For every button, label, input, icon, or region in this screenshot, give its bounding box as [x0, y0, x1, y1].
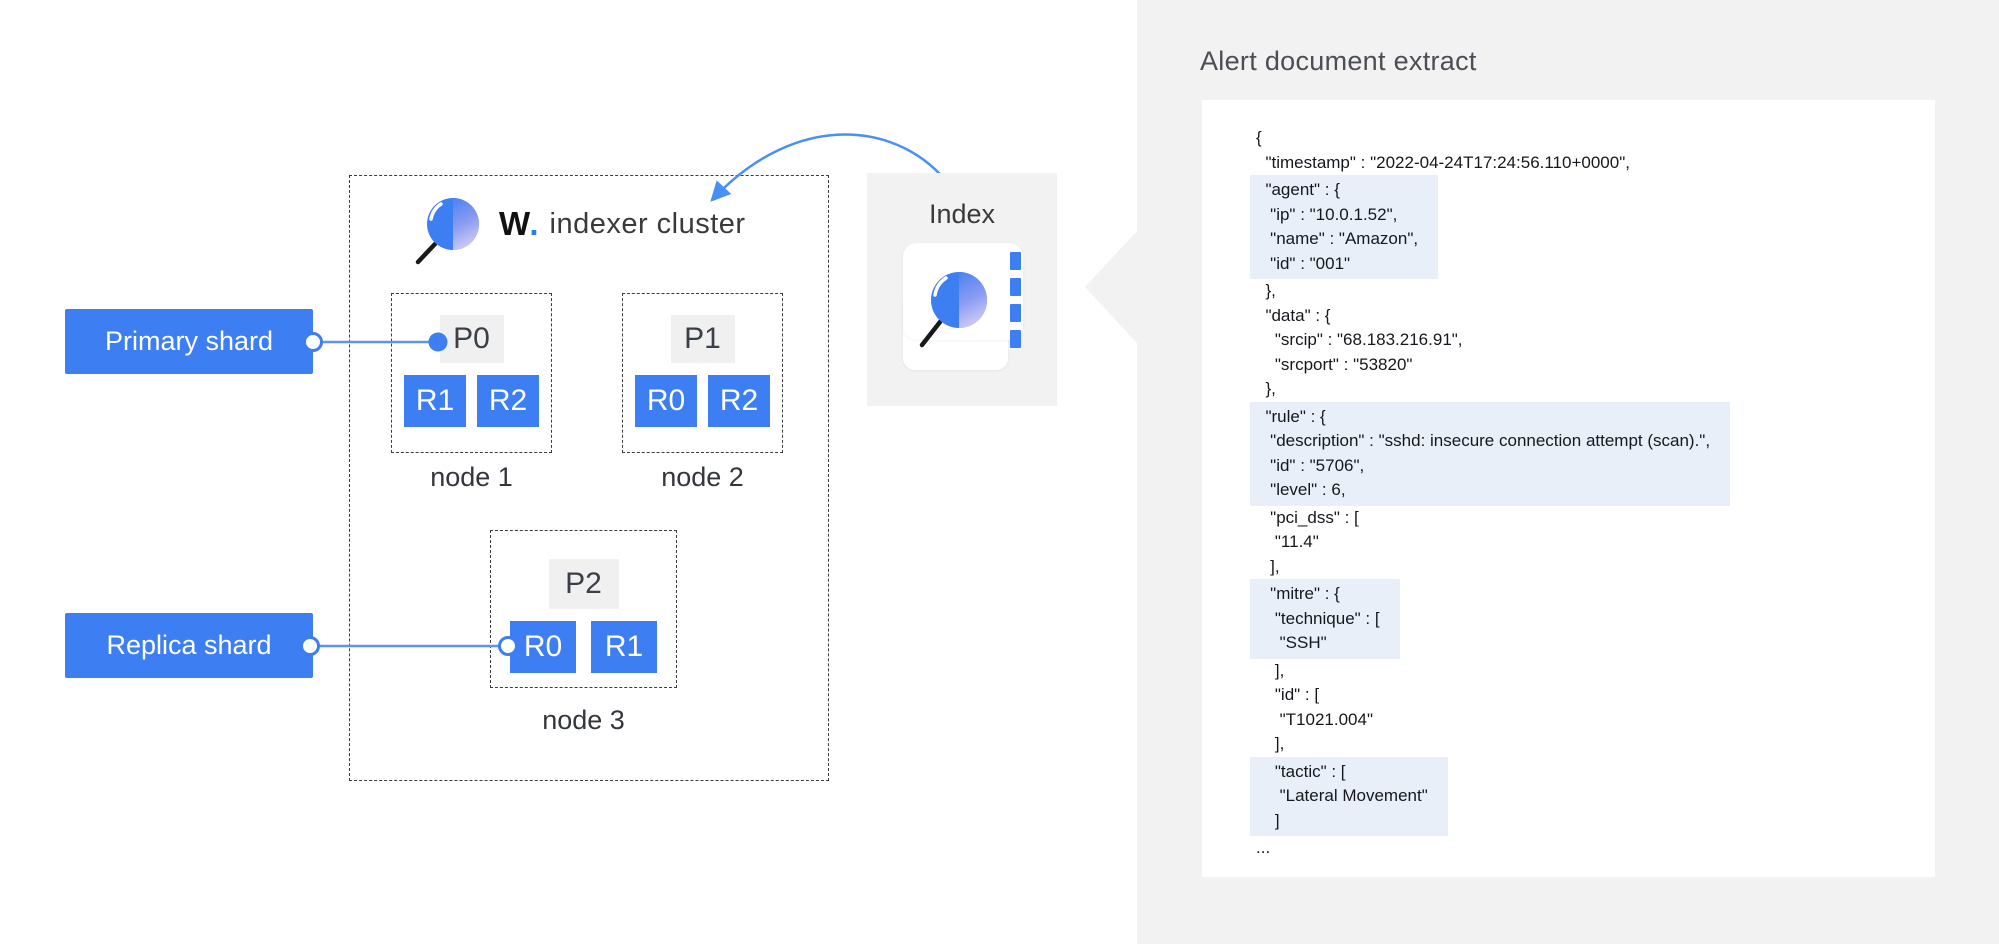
cluster-title: indexer cluster [550, 208, 746, 241]
json-line: "data" : { [1256, 304, 1730, 329]
json-line: "srcport" : "53820" [1256, 353, 1730, 378]
highlight-block: "tactic" : [ "Lateral Movement" ] [1250, 757, 1448, 837]
node-2-label: node 2 [622, 462, 783, 493]
brand-wordmark: W. [499, 205, 540, 243]
json-line: "description" : "sshd: insecure connecti… [1256, 429, 1710, 454]
replica-shard-r2: R2 [477, 375, 539, 427]
replica-shard-r1: R1 [404, 375, 466, 427]
json-line: "ip" : "10.0.1.52", [1256, 203, 1418, 228]
json-line: "mitre" : { [1256, 582, 1380, 607]
json-line: "Lateral Movement" [1256, 784, 1428, 809]
json-line: ] [1256, 809, 1428, 834]
panel-pointer [1085, 231, 1137, 343]
json-line: }, [1256, 279, 1730, 304]
primary-shard-label: Primary shard [65, 309, 313, 374]
json-line: "id" : [ [1256, 683, 1730, 708]
diagram-canvas: Primary shard Replica shard W. indexer c… [0, 0, 1999, 944]
json-line: "pci_dss" : [ [1256, 506, 1730, 531]
json-line: ], [1256, 659, 1730, 684]
index-dashed-strip [1010, 252, 1021, 348]
highlight-block: "agent" : { "ip" : "10.0.1.52", "name" :… [1250, 175, 1438, 279]
node-1-box: P0 R1 R2 [391, 293, 552, 453]
alert-document-card: { "timestamp" : "2022-04-24T17:24:56.110… [1202, 100, 1935, 877]
highlight-block: "mitre" : { "technique" : [ "SSH" [1250, 579, 1400, 659]
json-line: "id" : "5706", [1256, 454, 1710, 479]
index-label: Index [867, 199, 1057, 230]
cluster-header: W. indexer cluster [413, 182, 746, 266]
replica-shard-r0: R0 [635, 375, 697, 427]
json-line: "11.4" [1256, 530, 1730, 555]
node-2-box: P1 R0 R2 [622, 293, 783, 453]
json-code: { "timestamp" : "2022-04-24T17:24:56.110… [1256, 126, 1730, 861]
json-line: { [1256, 126, 1730, 151]
json-line: }, [1256, 377, 1730, 402]
json-line: "T1021.004" [1256, 708, 1730, 733]
replica-shard-r1b: R1 [591, 621, 657, 673]
json-line: ... [1256, 836, 1730, 861]
primary-shard-p1: P1 [671, 315, 735, 363]
replica-shard-label: Replica shard [65, 613, 313, 678]
json-line: "tactic" : [ [1256, 760, 1428, 785]
json-line: "name" : "Amazon", [1256, 227, 1418, 252]
json-line: ], [1256, 555, 1730, 580]
json-line: ], [1256, 732, 1730, 757]
index-box: Index [867, 173, 1057, 406]
json-line: "level" : 6, [1256, 478, 1710, 503]
magnifier-icon [913, 257, 993, 349]
primary-shard-p0: P0 [440, 315, 504, 363]
json-line: "rule" : { [1256, 405, 1710, 430]
replica-shard-r2b: R2 [708, 375, 770, 427]
magnifier-icon [413, 182, 489, 266]
highlight-block: "rule" : { "description" : "sshd: insecu… [1250, 402, 1730, 506]
alert-panel: Alert document extract { "timestamp" : "… [1137, 0, 1999, 944]
json-line: "SSH" [1256, 631, 1380, 656]
node-1-label: node 1 [391, 462, 552, 493]
primary-shard-p2: P2 [549, 559, 619, 609]
brand-dot: . [529, 205, 539, 242]
node-3-box: P2 R0 R1 [490, 530, 677, 688]
json-line: "agent" : { [1256, 178, 1418, 203]
json-line: "srcip" : "68.183.216.91", [1256, 328, 1730, 353]
json-line: "timestamp" : "2022-04-24T17:24:56.110+0… [1256, 151, 1730, 176]
index-document-card [903, 243, 1023, 370]
json-line: "id" : "001" [1256, 252, 1418, 277]
node-3-label: node 3 [503, 705, 664, 736]
panel-title: Alert document extract [1200, 46, 1477, 77]
replica-shard-r0b: R0 [510, 621, 576, 673]
json-line: "technique" : [ [1256, 607, 1380, 632]
